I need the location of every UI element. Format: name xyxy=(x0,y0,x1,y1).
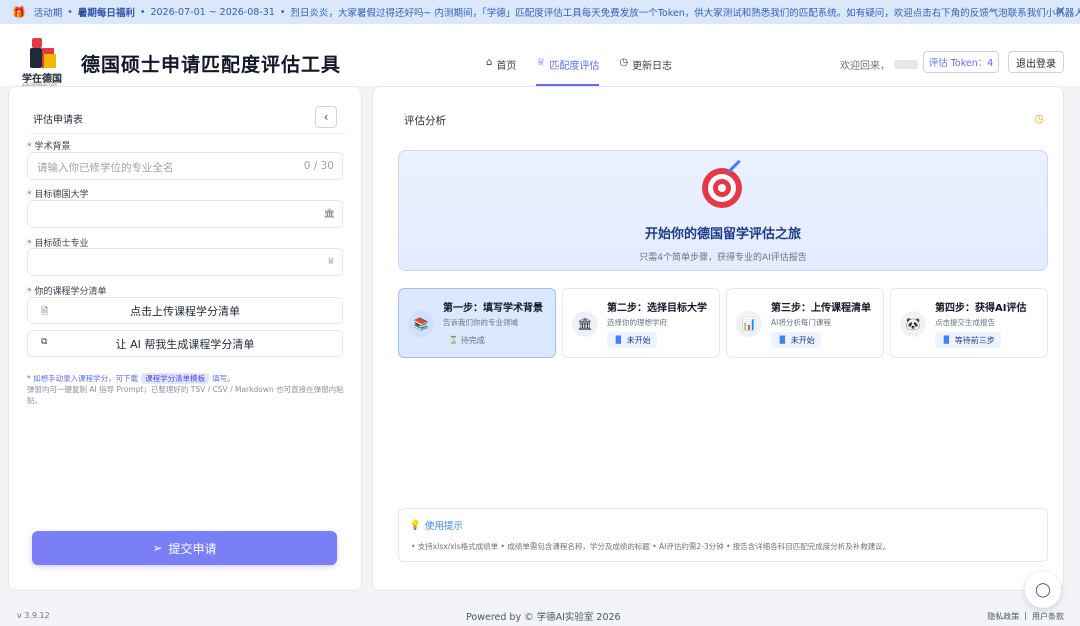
books-icon: 📚 xyxy=(408,311,434,337)
token-button[interactable]: 评估 Token：4 xyxy=(923,51,999,73)
hero-subtitle: 只需4个简单步骤，获得专业的AI评估报告 xyxy=(639,253,807,263)
banner-message: 烈日炎炎，大家暑假过得还好吗~ 内测期间，「学德」匹配度评估工具每天免费发放一个… xyxy=(290,8,1080,19)
announcement-banner: 🎁 活动期 • 暑期每日福利 • 2026-07-01 ~ 2026-08-31… xyxy=(0,0,1080,24)
clock-icon: ◷ xyxy=(619,57,629,68)
target-major-select[interactable]: ♕ xyxy=(27,248,343,276)
analysis-title: 评估分析 xyxy=(404,115,446,127)
version-label: v 3.9.12 xyxy=(17,611,50,620)
logout-button[interactable]: 退出登录 xyxy=(1008,51,1064,73)
university-icon: 🏛 xyxy=(572,311,598,337)
university-icon: 🏛 xyxy=(323,209,335,219)
lightbulb-icon: 💡 xyxy=(409,519,421,531)
char-counter: 0 / 30 xyxy=(303,160,334,172)
chat-bubble-icon: ◯ xyxy=(1035,582,1051,598)
terms-link[interactable]: 用户条款 xyxy=(1032,611,1064,622)
chart-icon: 📊 xyxy=(736,311,762,337)
robot-icon: 🐼 xyxy=(900,311,926,337)
main-nav: ⌂ 首页 ♕ 匹配度评估 ◷ 更新日志 xyxy=(486,50,672,86)
tips-body: • 支持xlsx/xls格式成绩单 • 成绩单需包含课程名称，学分及成绩的标题 … xyxy=(411,542,891,551)
tab-match-evaluation[interactable]: ♕ 匹配度评估 xyxy=(536,50,600,86)
form-title: 评估申请表 xyxy=(33,115,83,126)
gift-icon: 🎁 xyxy=(12,5,26,19)
usage-tips: 💡 使用提示 • 支持xlsx/xls格式成绩单 • 成绩单需包含课程名称，学分及… xyxy=(398,508,1048,562)
status-badge: ⌛ 待完成 xyxy=(449,335,485,345)
powered-by: Powered by © 学德AI实验室 2026 xyxy=(466,612,621,623)
chevron-left-icon: ‹ xyxy=(323,110,329,124)
submit-button[interactable]: ➢ 提交申请 xyxy=(32,531,337,565)
step-card-2: 🏛 第二步：选择目标大学 选择你的理想学府 ▐▌ 未开始 xyxy=(562,288,720,358)
app-header: 学在德国 xuezaideguo.com 德国硕士申请匹配度评估工具 ⌂ 首页 … xyxy=(0,24,1080,87)
home-icon: ⌂ xyxy=(486,57,493,68)
history-clock-icon[interactable]: ◷ xyxy=(1034,112,1044,125)
academic-background-label: * 学术背景 xyxy=(27,142,71,152)
template-download-link[interactable]: 课程学分清单模板 xyxy=(141,373,210,384)
tab-changelog[interactable]: ◷ 更新日志 xyxy=(619,50,672,86)
username-blurred xyxy=(894,60,918,69)
logo[interactable]: 学在德国 xuezaideguo.com xyxy=(22,38,68,87)
course-list-label: * 你的课程学分清单 xyxy=(27,287,107,297)
application-form-panel: 评估申请表 ‹ * 学术背景 请输入你已修学位的专业全名 0 / 30 * 目标德国… xyxy=(8,86,362,591)
step-card-1: 📚 第一步：填写学术背景 告诉我们你的专业领域 ⌛ 待完成 xyxy=(398,288,556,358)
trophy-icon: ♕ xyxy=(536,57,546,68)
target-icon xyxy=(702,168,742,208)
copy-icon: ⧉ xyxy=(41,337,48,347)
close-icon[interactable]: × xyxy=(1055,4,1066,19)
banner-label: 活动期 xyxy=(33,8,63,19)
privacy-link[interactable]: 隐私政策 xyxy=(987,611,1019,622)
welcome-text: 欢迎回来， xyxy=(840,57,918,72)
tab-home[interactable]: ⌂ 首页 xyxy=(486,50,516,86)
status-badge: ▐▌ 未开始 xyxy=(771,332,821,348)
banner-campaign: 暑期每日福利 xyxy=(77,8,135,19)
banner-dates: 2026-07-01 ~ 2026-08-31 xyxy=(150,6,275,18)
status-badge: ▐▌ 等待前三步 xyxy=(935,332,1001,348)
trophy-icon: ♕ xyxy=(326,257,335,267)
step-card-4: 🐼 第四步：获得AI评估 点击提交生成报告 ▐▌ 等待前三步 xyxy=(890,288,1048,358)
step-card-3: 📊 第三步：上传课程清单 AI将分析每门课程 ▐▌ 未开始 xyxy=(726,288,884,358)
analysis-panel: 评估分析 ◷ 开始你的德国留学评估之旅 只需4个简单步骤，获得专业的AI评估报告… xyxy=(372,86,1064,591)
academic-placeholder: 请输入你已修学位的专业全名 xyxy=(37,162,174,174)
target-university-select[interactable]: 🏛 xyxy=(27,200,343,228)
upload-course-list-button[interactable]: 🗎 点击上传课程学分清单 xyxy=(27,297,343,324)
manual-entry-hint: * 如想手动录入课程学分，可下载 课程学分清单模板 填写。 弹窗内可一键复制 AI … xyxy=(27,373,344,405)
tips-title: 💡 使用提示 xyxy=(409,519,463,533)
hero-title: 开始你的德国留学评估之旅 xyxy=(644,227,801,242)
ai-generate-course-list-button[interactable]: ⧉ 让 AI 帮我生成课程学分清单 xyxy=(27,330,343,357)
academic-background-input[interactable]: 请输入你已修学位的专业全名 0 / 30 xyxy=(27,152,343,180)
excel-file-icon: 🗎 xyxy=(41,307,49,317)
page-title: 德国硕士申请匹配度评估工具 xyxy=(81,54,342,76)
send-icon: ➢ xyxy=(152,541,163,555)
footer-links: 隐私政策 | 用户条款 xyxy=(987,611,1064,622)
collapse-button[interactable]: ‹ xyxy=(315,106,337,128)
welcome-hero: 开始你的德国留学评估之旅 只需4个简单步骤，获得专业的AI评估报告 xyxy=(398,150,1048,271)
footer: v 3.9.12 Powered by © 学德AI实验室 2026 隐私政策 … xyxy=(0,600,1080,626)
status-badge: ▐▌ 未开始 xyxy=(607,332,657,348)
target-university-label: * 目标德国大学 xyxy=(27,190,89,200)
